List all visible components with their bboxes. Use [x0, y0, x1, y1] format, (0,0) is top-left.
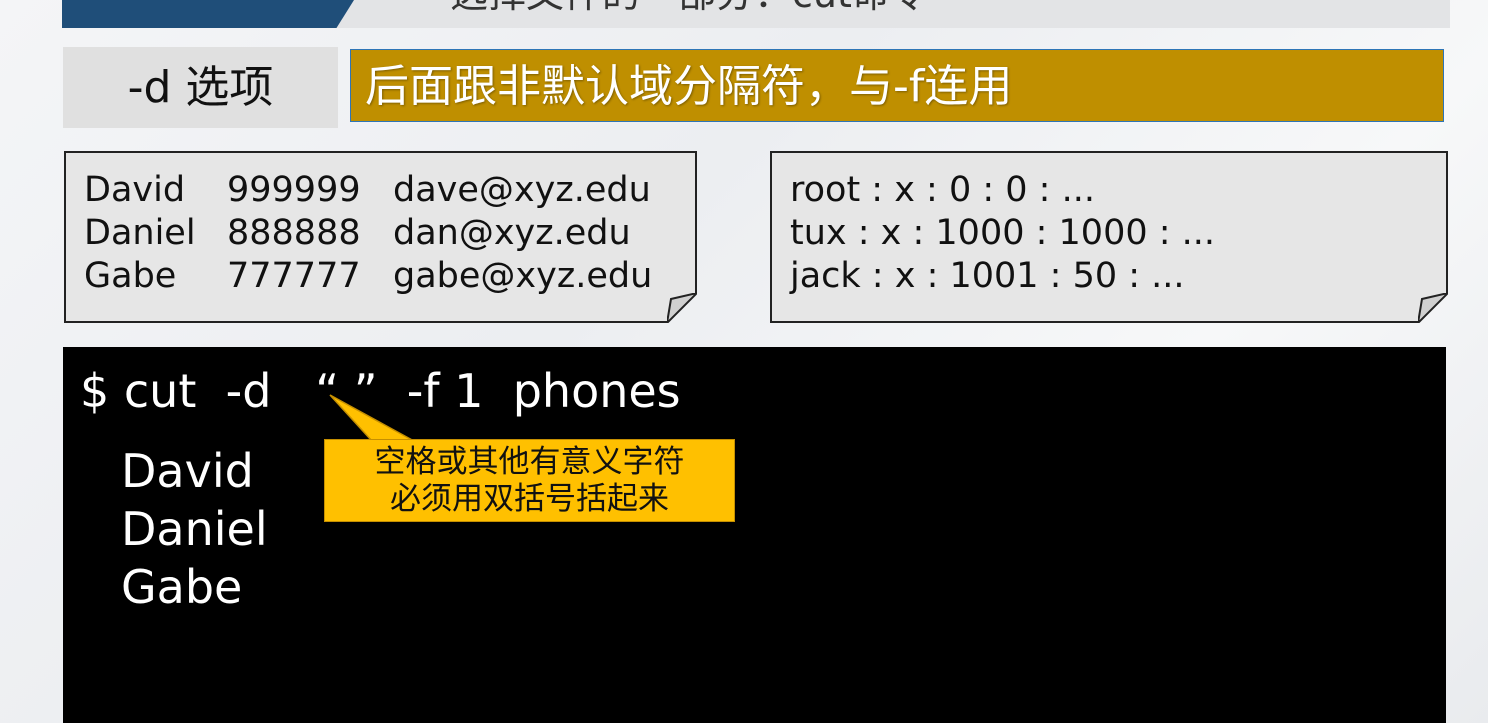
table-row: David 999999 dave@xyz.edu	[84, 169, 652, 212]
phones-table: David 999999 dave@xyz.edu Daniel 888888 …	[84, 169, 652, 298]
email-cell: dave@xyz.edu	[393, 170, 651, 210]
phone-cell: 888888	[227, 213, 361, 253]
email-cell: gabe@xyz.edu	[393, 256, 653, 296]
list-item: root : x : 0 : 0 : ...	[790, 170, 1095, 210]
phone-cell: 777777	[227, 256, 361, 296]
command-line: $ cut -d “ ” -f 1 phones	[80, 364, 681, 418]
name-cell: Gabe	[84, 256, 177, 296]
phone-cell: 999999	[227, 170, 361, 210]
list-item: jack : x : 1001 : 50 : ...	[790, 256, 1185, 296]
command-output: David Daniel Gabe	[121, 442, 268, 616]
header-accent-tab	[62, 0, 354, 28]
output-line: David	[121, 444, 254, 498]
callout-note: 空格或其他有意义字符 必须用双括号括起来	[324, 439, 735, 522]
page-fold-icon	[1418, 293, 1448, 323]
callout-line: 空格或其他有意义字符	[374, 444, 685, 480]
phones-file-note: David 999999 dave@xyz.edu Daniel 888888 …	[64, 151, 697, 323]
output-line: Gabe	[121, 560, 243, 614]
terminal-window: $ cut -d “ ” -f 1 phones David Daniel Ga…	[63, 347, 1446, 723]
option-description: 后面跟非默认域分隔符，与-f连用	[350, 49, 1444, 122]
slide-title: 选择文件的一部分：cut命令	[450, 0, 928, 14]
passwd-file-note: root : x : 0 : 0 : ... tux : x : 1000 : …	[770, 151, 1448, 323]
table-row: Gabe 777777 gabe@xyz.edu	[84, 255, 652, 298]
option-label: -d 选项	[63, 47, 338, 128]
page-fold-icon	[667, 293, 697, 323]
email-cell: dan@xyz.edu	[393, 213, 631, 253]
list-item: tux : x : 1000 : 1000 : ...	[790, 213, 1216, 253]
callout-line: 必须用双括号括起来	[390, 481, 669, 517]
output-line: Daniel	[121, 502, 268, 556]
table-row: Daniel 888888 dan@xyz.edu	[84, 212, 652, 255]
name-cell: David	[84, 170, 186, 210]
name-cell: Daniel	[84, 213, 196, 253]
